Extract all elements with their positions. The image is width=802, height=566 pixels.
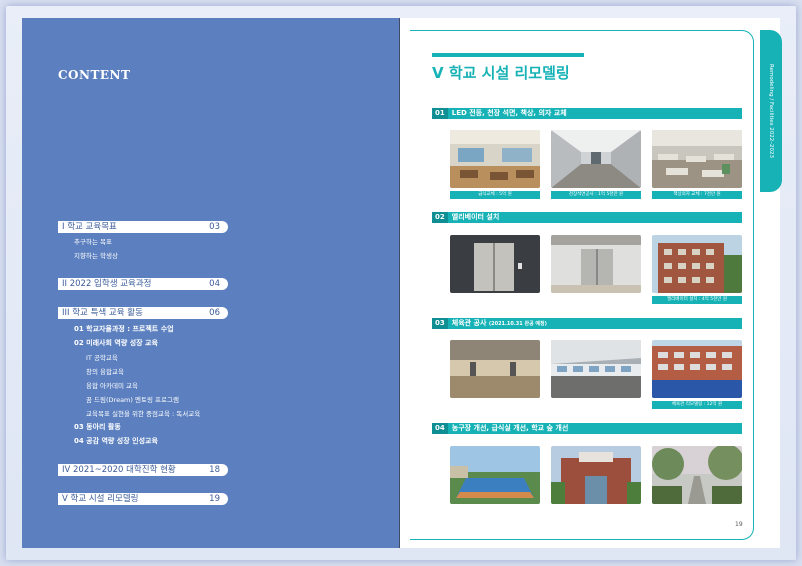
photo-caption: 엘리베이터 설치 : 4억 5천만 원 bbox=[652, 296, 742, 304]
page-title: V 학교 시설 리모델링 bbox=[432, 64, 570, 82]
toc-entry-page: 19 bbox=[209, 494, 220, 504]
photo-caption: 책상의자 교체 : 7천만 원 bbox=[652, 191, 742, 199]
photo-gym-construction-1 bbox=[450, 340, 540, 398]
toc-entry-label: V 학교 시설 리모델링 bbox=[62, 494, 139, 504]
toc-sub-item[interactable]: 02 미래사회 역량 성장 교육 bbox=[74, 338, 158, 348]
toc-sub-item[interactable]: IT 공학교육 bbox=[86, 352, 118, 362]
toc-entry-label: II 2022 입학생 교육과정 bbox=[62, 279, 152, 289]
toc-sub-item[interactable]: 04 공감 역량 성장 인성교육 bbox=[74, 436, 158, 446]
section-header-03: 03 체육관 공사 (2021.10.31 완공 예정) bbox=[432, 318, 742, 329]
section-header-01: 01 LED 전등, 천장 석면, 책상, 의자 교체 bbox=[432, 108, 742, 119]
section-number: 03 bbox=[432, 318, 448, 329]
toc-sub-item[interactable]: 창의 융합교육 bbox=[86, 366, 124, 376]
toc-sub-item[interactable]: 꿈 드림(Dream) 멘토링 프로그램 bbox=[86, 394, 179, 404]
toc-sub-item[interactable]: 01 학교자율과정 : 프로젝트 수업 bbox=[74, 324, 174, 334]
photo-desks-chairs bbox=[652, 130, 742, 188]
page-number: 19 bbox=[735, 521, 743, 528]
photo-elevator-door-2 bbox=[551, 235, 641, 293]
toc-entry-label: III 학교 특색 교육 활동 bbox=[62, 308, 143, 318]
photo-gym-construction-2 bbox=[551, 340, 641, 398]
photo-elevator-door-1 bbox=[450, 235, 540, 293]
section-label: 엘리베이터 설치 bbox=[451, 213, 500, 221]
toc-entry-label: I 학교 교육목표 bbox=[62, 222, 117, 232]
toc-entry-page: 03 bbox=[209, 222, 220, 232]
photo-school-forest bbox=[652, 446, 742, 504]
side-tab-text: Remodeling / Facilities 2022–2023 bbox=[768, 63, 774, 158]
contents-heading: CONTENT bbox=[58, 68, 131, 82]
photo-elevator-building bbox=[652, 235, 742, 293]
toc-entry-page: 04 bbox=[209, 279, 220, 289]
toc-entry-1[interactable]: I 학교 교육목표 03 bbox=[58, 221, 228, 233]
section-number: 01 bbox=[432, 108, 448, 119]
section-label: 체육관 공사 bbox=[451, 319, 487, 327]
section-number: 04 bbox=[432, 423, 448, 434]
toc-entry-3[interactable]: III 학교 특색 교육 활동 06 bbox=[58, 307, 228, 319]
toc-entry-2[interactable]: II 2022 입학생 교육과정 04 bbox=[58, 278, 228, 290]
toc-sub-item[interactable]: 교육목표 실현을 위한 중점교육 : 독서교육 bbox=[86, 408, 200, 418]
toc-sub-item[interactable]: 지향하는 학생상 bbox=[74, 250, 118, 260]
photo-caption: 급식교체 : 5억 원 bbox=[450, 191, 540, 199]
photo-caption: 천장석면공사 : 1억 5천만 원 bbox=[551, 191, 641, 199]
section-label: 농구장 개선, 급식실 개선, 학교 숲 개선 bbox=[451, 424, 569, 432]
section-note: (2021.10.31 완공 예정) bbox=[488, 321, 547, 327]
photo-cafeteria-building bbox=[551, 446, 641, 504]
toc-entry-5[interactable]: V 학교 시설 리모델링 19 bbox=[58, 493, 228, 505]
title-rule bbox=[432, 53, 584, 57]
section-label: LED 전등, 천장 석면, 책상, 의자 교체 bbox=[451, 109, 567, 117]
photo-classroom-led bbox=[450, 130, 540, 188]
side-tab: Remodeling / Facilities 2022–2023 bbox=[760, 30, 782, 192]
photo-gym-exterior bbox=[652, 340, 742, 398]
toc-entry-page: 18 bbox=[209, 465, 220, 475]
toc-sub-item[interactable]: 추구하는 목표 bbox=[74, 236, 112, 246]
section-header-02: 02 엘리베이터 설치 bbox=[432, 212, 742, 223]
toc-entry-label: IV 2021~2020 대학진학 현황 bbox=[62, 465, 176, 475]
toc-sub-item[interactable]: 03 동아리 활동 bbox=[74, 422, 121, 432]
section-number: 02 bbox=[432, 212, 448, 223]
photo-hallway-ceiling bbox=[551, 130, 641, 188]
photo-basketball-court bbox=[450, 446, 540, 504]
toc-entry-4[interactable]: IV 2021~2020 대학진학 현황 18 bbox=[58, 464, 228, 476]
section-header-04: 04 농구장 개선, 급식실 개선, 학교 숲 개선 bbox=[432, 423, 742, 434]
toc-entry-page: 06 bbox=[209, 308, 220, 318]
toc-sub-item[interactable]: 융합 아카데미 교육 bbox=[86, 380, 138, 390]
photo-caption: 체육관 리모델링 : 12억 원 bbox=[652, 401, 742, 409]
